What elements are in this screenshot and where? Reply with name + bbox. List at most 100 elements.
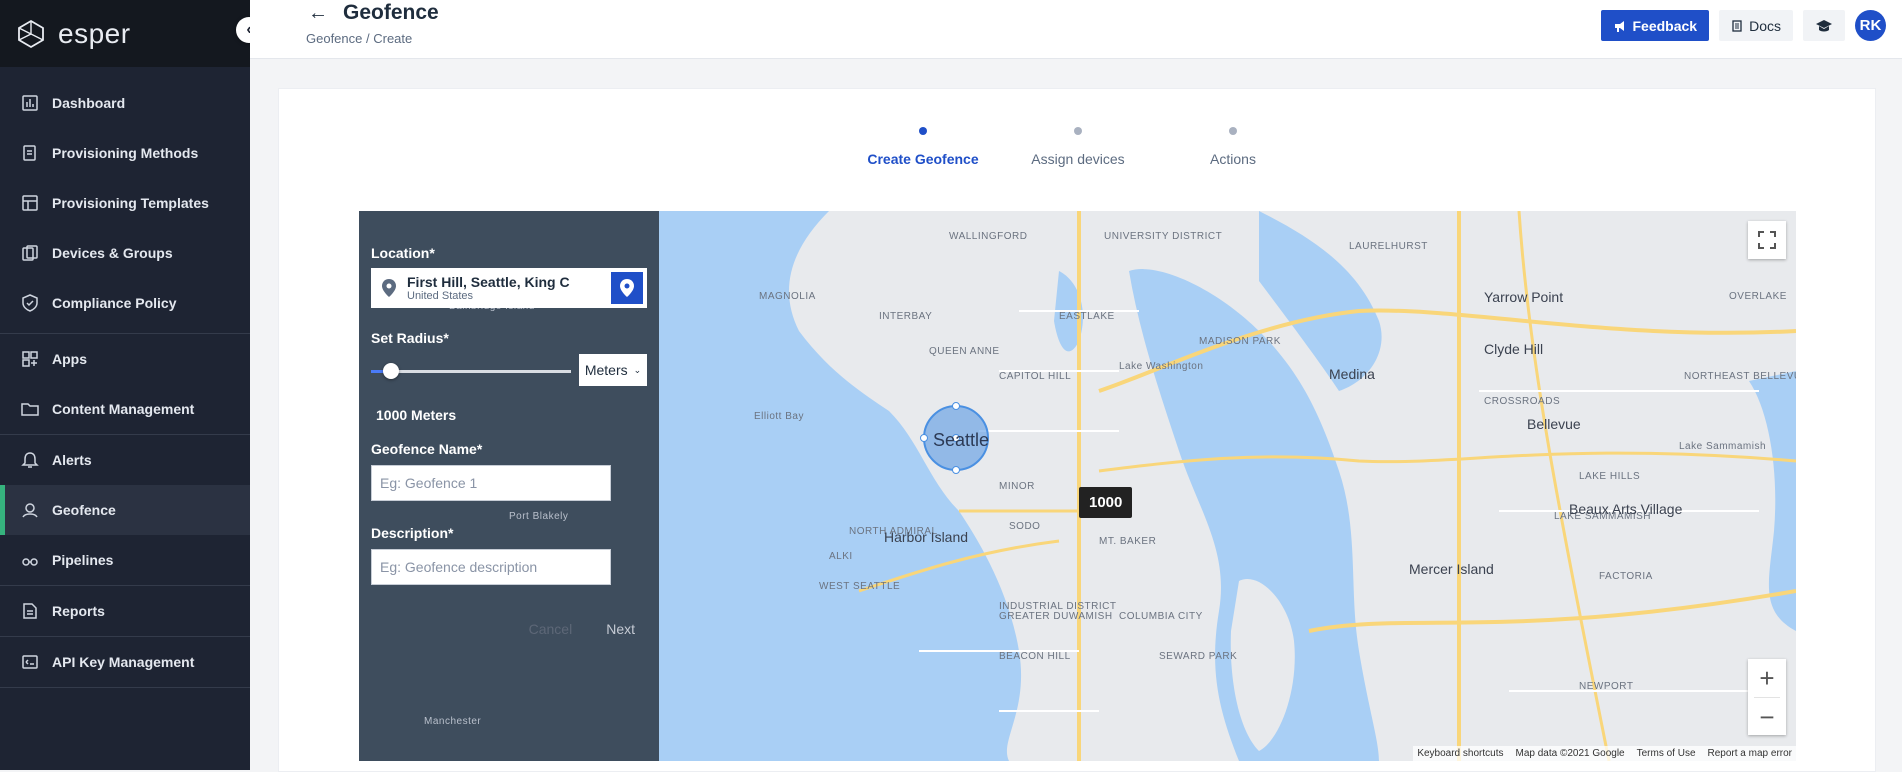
step-label: Actions — [1210, 151, 1256, 167]
map-label: MADISON PARK — [1199, 336, 1281, 347]
geofence-form-panel: Bainbridge Island Port Blakely Fort Ward… — [359, 211, 659, 761]
location-marker-icon — [620, 279, 634, 297]
map-label: LAKE HILLS — [1579, 471, 1641, 482]
breadcrumb-root[interactable]: Geofence — [306, 31, 362, 46]
sidebar-item-label: Provisioning Templates — [52, 195, 209, 211]
map-city-label: Bellevue — [1527, 416, 1581, 432]
radius-value: 1000 Meters — [376, 407, 457, 423]
bell-icon — [21, 452, 39, 468]
radius-slider-thumb[interactable] — [383, 363, 399, 379]
step-create-geofence[interactable]: Create Geofence — [843, 127, 1003, 167]
top-actions: Feedback Docs RK — [1600, 10, 1886, 41]
main-card: Create Geofence Assign devices Actions W… — [278, 88, 1876, 772]
report-error-link[interactable]: Report a map error — [1708, 748, 1792, 759]
academy-button[interactable] — [1803, 10, 1845, 41]
geofence-icon — [22, 503, 38, 518]
map-pin-icon — [382, 279, 396, 297]
zoom-out-button[interactable]: − — [1748, 698, 1786, 736]
sidebar-item-dashboard[interactable]: Dashboard — [0, 78, 250, 128]
nav-group: Alerts Geofence Pipelines — [0, 435, 250, 586]
map-attribution: Keyboard shortcuts Map data ©2021 Google… — [1413, 746, 1796, 761]
keyboard-shortcuts-link[interactable]: Keyboard shortcuts — [1417, 748, 1503, 759]
map-label: SODO — [1009, 521, 1041, 532]
map-label: GREATER DUWAMISH — [999, 611, 1113, 622]
sidebar-item-apps[interactable]: Apps — [0, 334, 250, 384]
nav-group: API Key Management — [0, 637, 250, 688]
folder-icon — [21, 403, 39, 416]
reports-icon — [23, 603, 37, 619]
map-label: WEST SEATTLE — [819, 581, 901, 592]
map-city-label: Mercer Island — [1409, 561, 1494, 577]
sidebar-item-label: Devices & Groups — [52, 245, 173, 261]
description-input[interactable] — [371, 549, 611, 585]
sidebar-item-geofence[interactable]: Geofence — [0, 485, 250, 535]
pipelines-icon — [22, 558, 38, 566]
sidebar-item-api-key-management[interactable]: API Key Management — [0, 637, 250, 687]
map-label: UNIVERSITY DISTRICT — [1104, 231, 1223, 242]
map-label: FACTORIA — [1599, 571, 1653, 582]
map-label: MAGNOLIA — [759, 291, 816, 302]
map-label: QUEEN ANNE — [929, 346, 1000, 357]
nav-group: Dashboard Provisioning Methods Provisionin… — [0, 67, 250, 334]
shield-check-icon — [22, 294, 38, 312]
graduation-cap-icon — [1816, 19, 1832, 31]
form-actions: Cancel Next — [529, 621, 635, 637]
sidebar-item-label: Dashboard — [52, 95, 126, 111]
nav-group: Apps Content Management — [0, 334, 250, 435]
map-city-label: Beaux Arts Village — [1569, 501, 1683, 517]
map[interactable]: WALLINGFORD UNIVERSITY DISTRICT LAURELHURS… — [359, 211, 1796, 761]
feedback-button[interactable]: Feedback — [1600, 10, 1710, 41]
megaphone-icon — [1614, 20, 1624, 32]
next-button[interactable]: Next — [606, 621, 635, 637]
radius-slider[interactable] — [371, 363, 571, 379]
sidebar-item-compliance-policy[interactable]: Compliance Policy — [0, 278, 250, 328]
description-label: Description* — [371, 525, 454, 541]
location-label: Location* — [371, 245, 435, 261]
fullscreen-button[interactable] — [1748, 221, 1786, 259]
esper-logo-icon — [18, 19, 44, 48]
sidebar-nav: Dashboard Provisioning Methods Provisionin… — [0, 67, 250, 688]
sidebar-item-provisioning-methods[interactable]: Provisioning Methods — [0, 128, 250, 178]
sidebar-item-provisioning-templates[interactable]: Provisioning Templates — [0, 178, 250, 228]
sidebar-item-label: API Key Management — [52, 654, 195, 670]
terms-link[interactable]: Terms of Use — [1637, 748, 1696, 759]
map-label: Lake Sammamish — [1679, 441, 1767, 452]
sidebar-item-reports[interactable]: Reports — [0, 586, 250, 636]
map-label: COLUMBIA CITY — [1119, 611, 1203, 622]
geofence-name-input[interactable] — [371, 465, 611, 501]
map-label: CAPITOL HILL — [999, 371, 1072, 382]
user-avatar[interactable]: RK — [1855, 10, 1886, 41]
pick-location-button[interactable] — [611, 272, 643, 304]
sidebar-item-alerts[interactable]: Alerts — [0, 435, 250, 485]
docs-button[interactable]: Docs — [1719, 10, 1793, 41]
stepper: Create Geofence Assign devices Actions — [279, 89, 1875, 179]
sidebar-item-devices-groups[interactable]: Devices & Groups — [0, 228, 250, 278]
fullscreen-icon — [1758, 231, 1776, 249]
map-label: EASTLAKE — [1059, 311, 1115, 322]
map-label: NORTHEAST BELLEVUE — [1684, 371, 1796, 382]
zoom-in-button[interactable]: + — [1748, 659, 1786, 697]
map-label: MINOR — [999, 481, 1035, 492]
sidebar-item-pipelines[interactable]: Pipelines — [0, 535, 250, 585]
map-label: MT. BAKER — [1099, 536, 1157, 547]
map-label-port-blakely: Port Blakely — [509, 511, 569, 522]
top-bar: ← Geofence Geofence / Create Feedback Do… — [250, 0, 1902, 59]
location-input[interactable]: First Hill, Seattle, King C United State… — [371, 268, 647, 308]
docs-label: Docs — [1749, 17, 1781, 34]
step-assign-devices[interactable]: Assign devices — [998, 127, 1158, 167]
sidebar-item-content-management[interactable]: Content Management — [0, 384, 250, 434]
zoom-control: + − — [1748, 659, 1786, 735]
step-actions[interactable]: Actions — [1153, 127, 1313, 167]
map-label: Lake Washington — [1119, 361, 1204, 372]
sidebar-item-label: Compliance Policy — [52, 295, 177, 311]
radius-label: Set Radius* — [371, 330, 449, 346]
feedback-label: Feedback — [1632, 17, 1698, 34]
back-arrow-icon[interactable]: ← — [308, 2, 328, 25]
sidebar: esper ‹ Dashboard Provisioning Methods Pro… — [0, 0, 262, 770]
provisioning-templates-icon — [22, 195, 38, 211]
unit-select[interactable]: Meters ⌄ — [579, 354, 647, 386]
map-label: LAURELHURST — [1349, 241, 1428, 252]
location-value: First Hill, Seattle, King C United State… — [407, 274, 611, 303]
chevron-down-icon: ⌄ — [633, 364, 642, 375]
cancel-button[interactable]: Cancel — [529, 621, 573, 637]
